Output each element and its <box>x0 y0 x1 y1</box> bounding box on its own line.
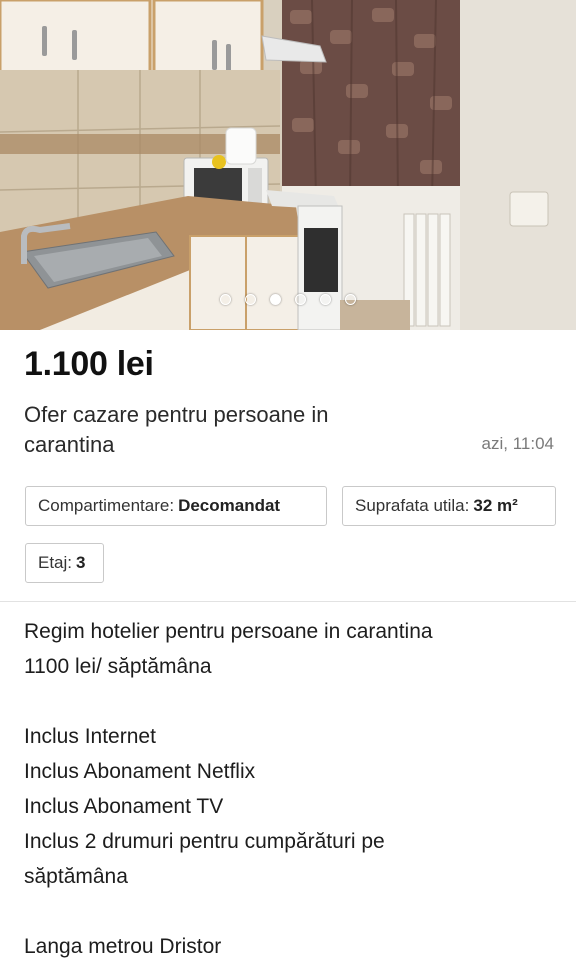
kitchen-photo <box>0 0 576 330</box>
description-line: săptămâna <box>24 865 128 888</box>
listing-title: Ofer cazare pentru persoane in carantina <box>24 402 329 457</box>
attribute-value: 3 <box>76 553 86 572</box>
gallery-dot[interactable] <box>345 294 356 305</box>
description-line: Inclus 2 drumuri pentru cumpărături pe <box>24 830 385 853</box>
section-divider <box>0 601 576 602</box>
description-line: Inclus Abonament TV <box>24 795 224 818</box>
gallery-dot-active[interactable] <box>270 294 281 305</box>
listing-description: Regim hotelier pentru persoane in carant… <box>24 614 544 960</box>
attribute-label: Suprafata utila: <box>355 496 470 515</box>
attribute-label: Etaj: <box>38 553 73 572</box>
gallery-dot[interactable] <box>220 294 231 305</box>
gallery-dot[interactable] <box>245 294 256 305</box>
attribute-chip-area: Suprafata utila: 32 m² <box>342 486 556 526</box>
attribute-chip-partitioning: Compartimentare: Decomandat <box>25 486 327 526</box>
attribute-value: Decomandat <box>178 496 281 515</box>
description-line: Langa metrou Dristor <box>24 935 222 958</box>
posted-time: azi, 11:04 <box>481 434 554 453</box>
gallery-dot[interactable] <box>295 294 306 305</box>
attribute-chip-floor: Etaj: 3 <box>25 543 104 583</box>
description-line: Inclus Internet <box>24 725 156 748</box>
listing-price: 1.100 lei <box>24 345 154 383</box>
description-line: 1100 lei/ săptămâna <box>24 655 212 678</box>
gallery-pagination[interactable] <box>0 294 576 305</box>
description-line: Inclus Abonament Netflix <box>24 760 256 783</box>
listing-photo-gallery[interactable] <box>0 0 576 330</box>
description-line: Regim hotelier pentru persoane in carant… <box>24 620 433 643</box>
gallery-dot[interactable] <box>320 294 331 305</box>
attribute-label: Compartimentare: <box>38 496 175 515</box>
attribute-value: 32 m² <box>473 496 518 515</box>
